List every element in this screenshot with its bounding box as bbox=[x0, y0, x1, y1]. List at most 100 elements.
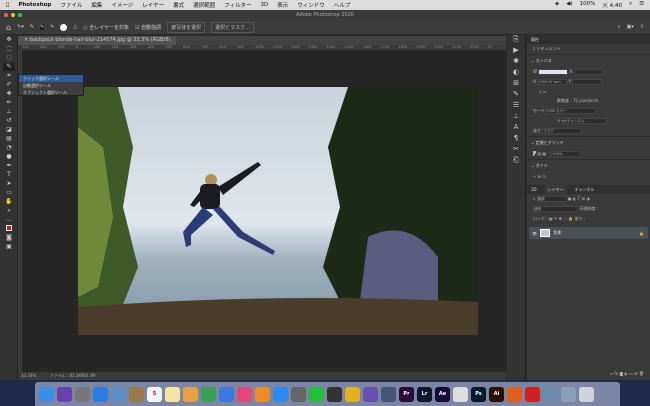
canvas-area[interactable] bbox=[22, 50, 506, 372]
layer-filter-select[interactable]: 種類 bbox=[536, 196, 567, 202]
dock-item-5[interactable]: 5 bbox=[147, 386, 162, 402]
file-info[interactable]: ファイル : 83.3M/83.3M bbox=[50, 373, 96, 378]
workspace-icon[interactable]: ▣▾ bbox=[627, 24, 634, 30]
dock-item-books[interactable] bbox=[255, 386, 270, 402]
healing-tool-icon[interactable]: ✚ bbox=[3, 90, 15, 98]
dock-item-docs[interactable] bbox=[453, 386, 468, 402]
share-icon[interactable]: ⇪ bbox=[640, 24, 644, 30]
stamp-tool-icon[interactable]: ⊥ bbox=[3, 108, 15, 116]
flyout-magic-wand[interactable]: 自動選択ツール bbox=[19, 82, 83, 89]
apple-icon[interactable]:  bbox=[6, 2, 9, 8]
x-field[interactable] bbox=[573, 69, 604, 75]
quick-mask-icon[interactable]: ◙ bbox=[3, 234, 15, 242]
lasso-tool-icon[interactable]: ◌ bbox=[3, 54, 15, 62]
quick-select-tool-icon[interactable]: ✎ bbox=[3, 63, 15, 71]
dock-item-vectorize[interactable] bbox=[381, 386, 396, 402]
dock-item-chrome[interactable] bbox=[345, 386, 360, 402]
subtract-selection-icon[interactable]: ✎ bbox=[50, 24, 54, 30]
marquee-tool-icon[interactable]: ⬚ bbox=[3, 45, 15, 53]
menu-3d[interactable]: 3D bbox=[261, 2, 269, 8]
canvas-section[interactable]: ⌄ カンバス bbox=[527, 54, 650, 67]
home-icon[interactable]: ⌂ bbox=[6, 23, 11, 32]
color-swatch-icon[interactable] bbox=[3, 225, 15, 233]
dock-item-line[interactable] bbox=[309, 386, 324, 402]
brush-settings-icon[interactable]: ☰ bbox=[507, 101, 525, 112]
actions-icon[interactable]: ▶ bbox=[507, 46, 525, 57]
close-button[interactable] bbox=[4, 13, 8, 17]
grid-zoom-select[interactable]: 100% bbox=[551, 151, 582, 157]
dock-item-gallery[interactable] bbox=[561, 386, 576, 402]
dock-item-affinity[interactable] bbox=[363, 386, 378, 402]
screen-mode-icon[interactable]: ▣ bbox=[3, 243, 15, 251]
orientation-icons[interactable]: ▯ ▭ bbox=[527, 87, 650, 96]
gradient-tool-icon[interactable]: ▤ bbox=[3, 135, 15, 143]
battery-status[interactable]: 100% bbox=[580, 1, 596, 9]
character-icon[interactable]: A bbox=[507, 123, 525, 134]
dock-item-ae[interactable]: Ae bbox=[435, 386, 450, 402]
more-tools-icon[interactable]: … bbox=[3, 216, 15, 224]
dock-item-preview[interactable] bbox=[111, 386, 126, 402]
hand-tool-icon[interactable]: ✋ bbox=[3, 198, 15, 206]
dock-item-ps[interactable]: Ps bbox=[471, 386, 486, 402]
dock-item-pages[interactable] bbox=[183, 386, 198, 402]
type-tool-icon[interactable]: T bbox=[3, 171, 15, 179]
dock-item-finder[interactable] bbox=[39, 386, 54, 402]
select-mask-button[interactable]: 選択とマスク... bbox=[211, 21, 254, 33]
layer-actions[interactable]: ∞ fx ◙ ◐ ▭ ⊞ 🗑 bbox=[604, 369, 650, 378]
mode-select[interactable]: RGB カラー bbox=[546, 108, 597, 114]
dock-item-pr[interactable]: Pr bbox=[399, 386, 414, 402]
layer-name[interactable]: 背景 bbox=[553, 230, 561, 236]
menu-layer[interactable]: レイヤー bbox=[142, 1, 164, 9]
eyedropper-tool-icon[interactable]: ✐ bbox=[3, 81, 15, 89]
spotlight-icon[interactable]: ⌕ bbox=[629, 1, 632, 9]
visibility-eye-icon[interactable]: 👁 bbox=[532, 231, 537, 236]
document-tab[interactable]: × backpack-blonde-hair-blur-214574.jpg @… bbox=[18, 36, 177, 45]
rulers-grid-section[interactable]: ⌄ 定規とグリッド bbox=[527, 136, 650, 149]
flyout-quick-select[interactable]: クイック選択ツール bbox=[19, 75, 83, 82]
eraser-tool-icon[interactable]: ◪ bbox=[3, 126, 15, 134]
dock-item-launchpad[interactable] bbox=[75, 386, 90, 402]
zoom-level[interactable]: 33.33% bbox=[21, 373, 36, 378]
angle-icon[interactable]: △ bbox=[73, 24, 77, 30]
brush-size-icon[interactable] bbox=[60, 23, 68, 31]
dock-item-ai[interactable]: Ai bbox=[489, 386, 504, 402]
new-selection-icon[interactable]: ✎ bbox=[30, 24, 34, 30]
zoom-button[interactable] bbox=[18, 13, 22, 17]
clock[interactable]: 火 4:40 bbox=[602, 1, 622, 9]
brush-tool-icon[interactable]: ✏ bbox=[3, 99, 15, 107]
minimize-button[interactable] bbox=[11, 13, 15, 17]
depth-select[interactable]: 8 bit/チャンネル bbox=[557, 118, 607, 124]
dock-item-keynote[interactable] bbox=[219, 386, 234, 402]
volume-icon[interactable]: ◀) bbox=[566, 1, 572, 9]
dodge-tool-icon[interactable]: ● bbox=[3, 153, 15, 161]
dock-item-trash[interactable] bbox=[579, 386, 594, 402]
menu-image[interactable]: イメージ bbox=[111, 1, 133, 9]
add-selection-icon[interactable]: ✎ bbox=[39, 24, 45, 30]
dock-item-app-store[interactable] bbox=[273, 386, 288, 402]
tab-layers[interactable]: レイヤー bbox=[544, 185, 567, 194]
paths-icon[interactable]: ⎗ bbox=[507, 156, 525, 167]
guides-section[interactable]: ⌄ ガイド bbox=[527, 159, 650, 172]
fill-select[interactable]: マスク bbox=[542, 128, 583, 134]
layer-row-background[interactable]: 👁 背景 🔒 bbox=[529, 227, 648, 239]
height-field[interactable]: 1959.67 mm bbox=[537, 79, 568, 85]
brushes-icon[interactable]: ✎ bbox=[507, 90, 525, 101]
dock-item-photos[interactable] bbox=[543, 386, 558, 402]
notification-icon[interactable]: ☰ bbox=[639, 1, 644, 9]
path-select-icon[interactable]: ➤ bbox=[3, 180, 15, 188]
sample-all-checkbox[interactable]: ○ 全レイヤーを対象 bbox=[83, 24, 129, 31]
menu-select[interactable]: 選択範囲 bbox=[193, 1, 215, 9]
shape-tool-icon[interactable]: ▭ bbox=[3, 189, 15, 197]
y-field[interactable] bbox=[572, 79, 603, 85]
menu-filter[interactable]: フィルター bbox=[224, 1, 251, 9]
dock-item-notes[interactable] bbox=[129, 386, 144, 402]
tools-icon[interactable]: ✂ bbox=[507, 145, 525, 156]
adjustments-icon[interactable]: ◐ bbox=[507, 68, 525, 79]
dock-item-lr[interactable]: Lr bbox=[417, 386, 432, 402]
menu-window[interactable]: ウィンドウ bbox=[297, 1, 325, 9]
move-tool-icon[interactable]: ✥ bbox=[3, 36, 15, 44]
properties-tab[interactable]: 属性 bbox=[527, 35, 650, 44]
dock-item-safari[interactable] bbox=[93, 386, 108, 402]
brush-preset-icon[interactable]: ✎▾ bbox=[17, 24, 24, 30]
tab-3d[interactable]: 3D bbox=[531, 185, 537, 194]
